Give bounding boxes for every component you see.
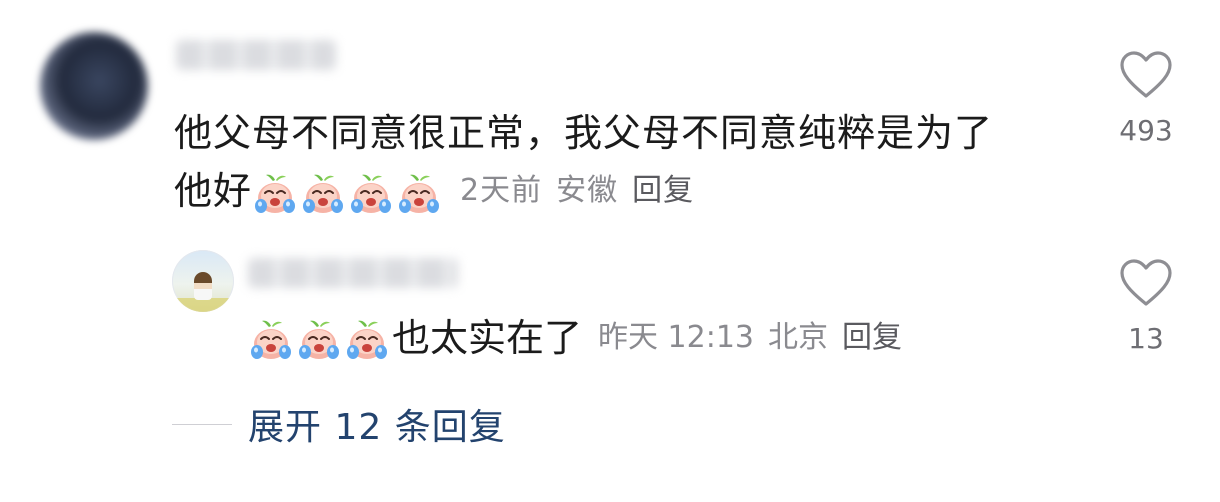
comment-reply-button[interactable]: 回复 bbox=[632, 173, 694, 208]
comment-body: 他父母不同意很正常，我父母不同意纯粹是为了 他好 2天前 安徽 回复 bbox=[174, 104, 1074, 220]
reply-like-control[interactable]: 13 bbox=[1106, 258, 1186, 355]
avatar-background bbox=[172, 298, 234, 312]
comment-like-count: 493 bbox=[1119, 114, 1173, 147]
replier-username-blurred[interactable] bbox=[248, 258, 458, 288]
reply-text: 也太实在了 bbox=[392, 316, 583, 361]
expand-replies-link[interactable]: 展开 12 条回复 bbox=[172, 398, 506, 450]
avatar-figure bbox=[194, 272, 212, 300]
replier-avatar[interactable] bbox=[172, 250, 234, 312]
crying-peach-emoji-icon bbox=[296, 317, 342, 363]
commenter-avatar[interactable] bbox=[40, 32, 148, 140]
expand-replies-label[interactable]: 展开 12 条回复 bbox=[248, 398, 506, 450]
comment-text-line1: 他父母不同意很正常，我父母不同意纯粹是为了 bbox=[174, 111, 994, 155]
comment-text-line2: 他好 bbox=[174, 169, 253, 213]
reply-location: 北京 bbox=[768, 320, 829, 356]
reply-time: 昨天 12:13 bbox=[598, 320, 755, 356]
comment-like-control[interactable]: 493 bbox=[1106, 50, 1186, 147]
reply-like-count: 13 bbox=[1128, 322, 1164, 355]
crying-peach-emoji-icon bbox=[252, 171, 298, 217]
crying-peach-emoji-icon bbox=[300, 171, 346, 217]
comment-emoji-group bbox=[252, 162, 444, 220]
reply-body: 也太实在了 昨天 12:13 北京 回复 bbox=[248, 314, 916, 363]
reply-emoji-group bbox=[248, 314, 392, 363]
crying-peach-emoji-icon bbox=[248, 317, 294, 363]
divider-line bbox=[172, 423, 232, 425]
reply-reply-button[interactable]: 回复 bbox=[842, 320, 902, 355]
comment-time: 2天前 bbox=[460, 173, 543, 208]
crying-peach-emoji-icon bbox=[344, 317, 390, 363]
crying-peach-emoji-icon bbox=[396, 171, 442, 217]
commenter-username-blurred[interactable] bbox=[176, 40, 336, 70]
crying-peach-emoji-icon bbox=[348, 171, 394, 217]
heart-icon[interactable] bbox=[1118, 50, 1174, 100]
comment-location: 安徽 bbox=[556, 173, 619, 208]
heart-icon[interactable] bbox=[1118, 258, 1174, 308]
